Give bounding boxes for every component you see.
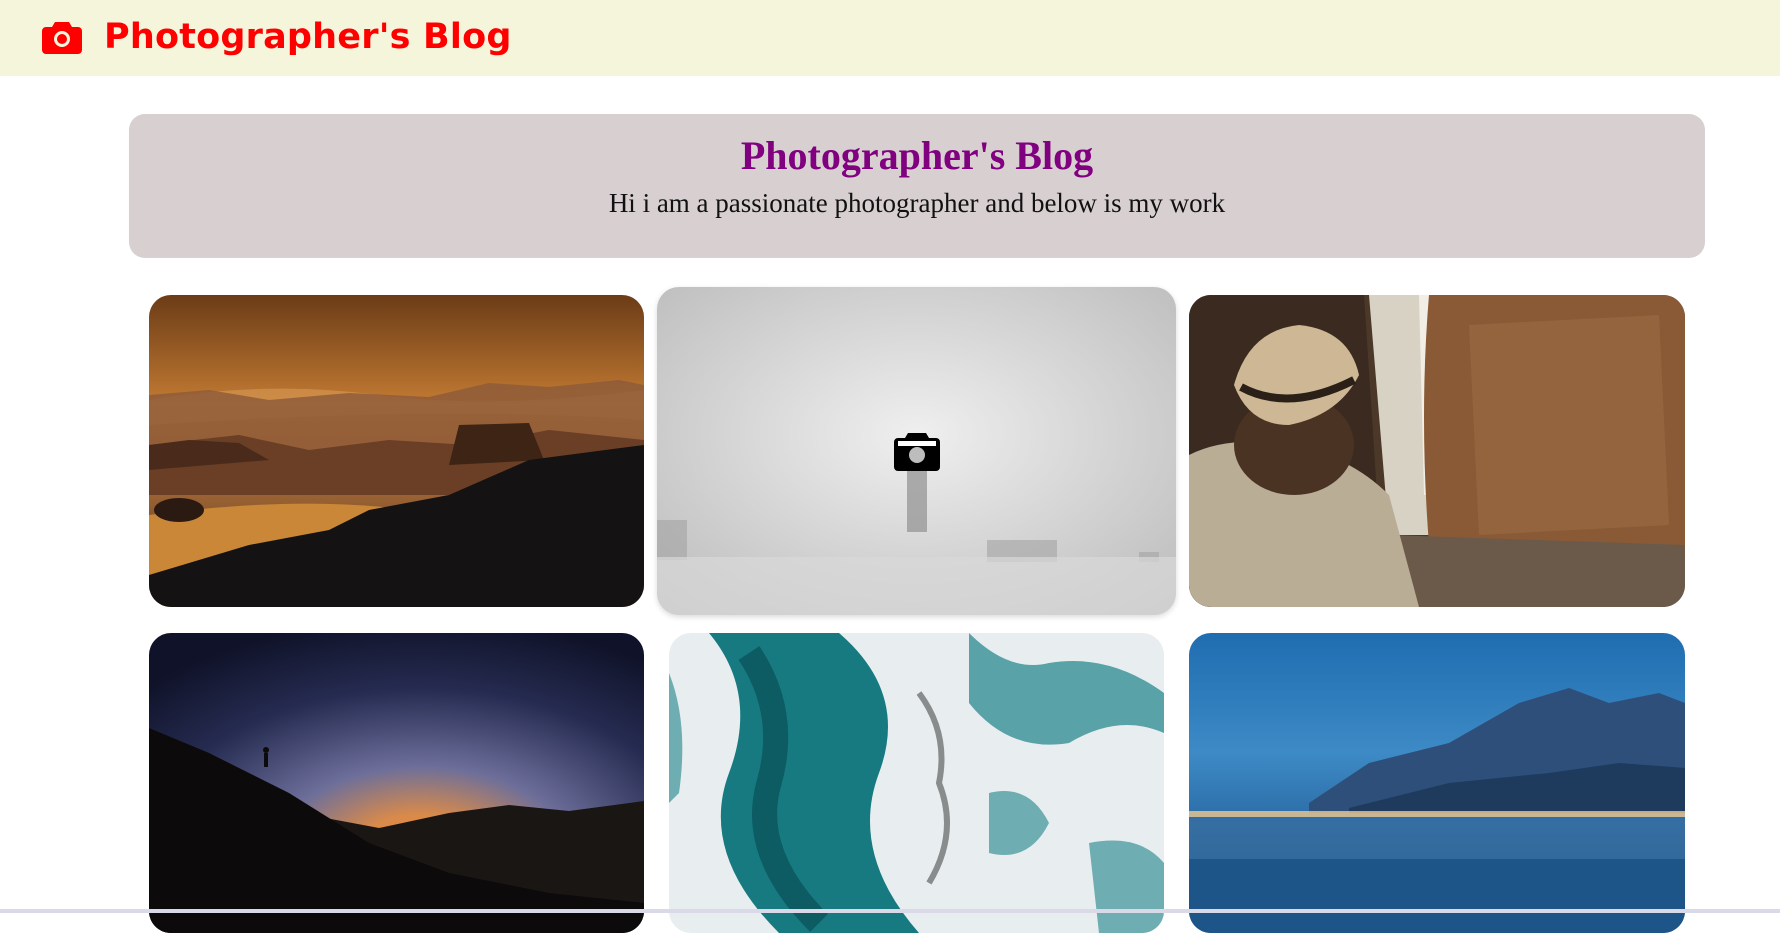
ocean-waves-aerial-photo[interactable] bbox=[669, 633, 1164, 933]
navbar: Photographer's Blog bbox=[0, 0, 1780, 76]
hiker-dusk-photo[interactable] bbox=[149, 633, 644, 933]
brand-title: Photographer's Blog bbox=[104, 17, 512, 57]
hero-subtitle: Hi i am a passionate photographer and be… bbox=[608, 188, 1226, 218]
horizontal-scrollbar[interactable] bbox=[0, 909, 1780, 913]
hat-canyon-photo[interactable] bbox=[1189, 295, 1685, 607]
camera-icon bbox=[42, 20, 82, 54]
lake-night-town-photo[interactable] bbox=[1189, 633, 1685, 933]
brand[interactable]: Photographer's Blog bbox=[42, 17, 512, 57]
hero-banner: Photographer's Blog Hi i am a passionate… bbox=[129, 114, 1705, 258]
foggy-tower-photo[interactable] bbox=[657, 287, 1176, 615]
desert-sunset-photo[interactable] bbox=[149, 295, 644, 607]
hero-title: Photographer's Blog bbox=[740, 133, 1094, 178]
camera-icon[interactable] bbox=[893, 431, 940, 471]
